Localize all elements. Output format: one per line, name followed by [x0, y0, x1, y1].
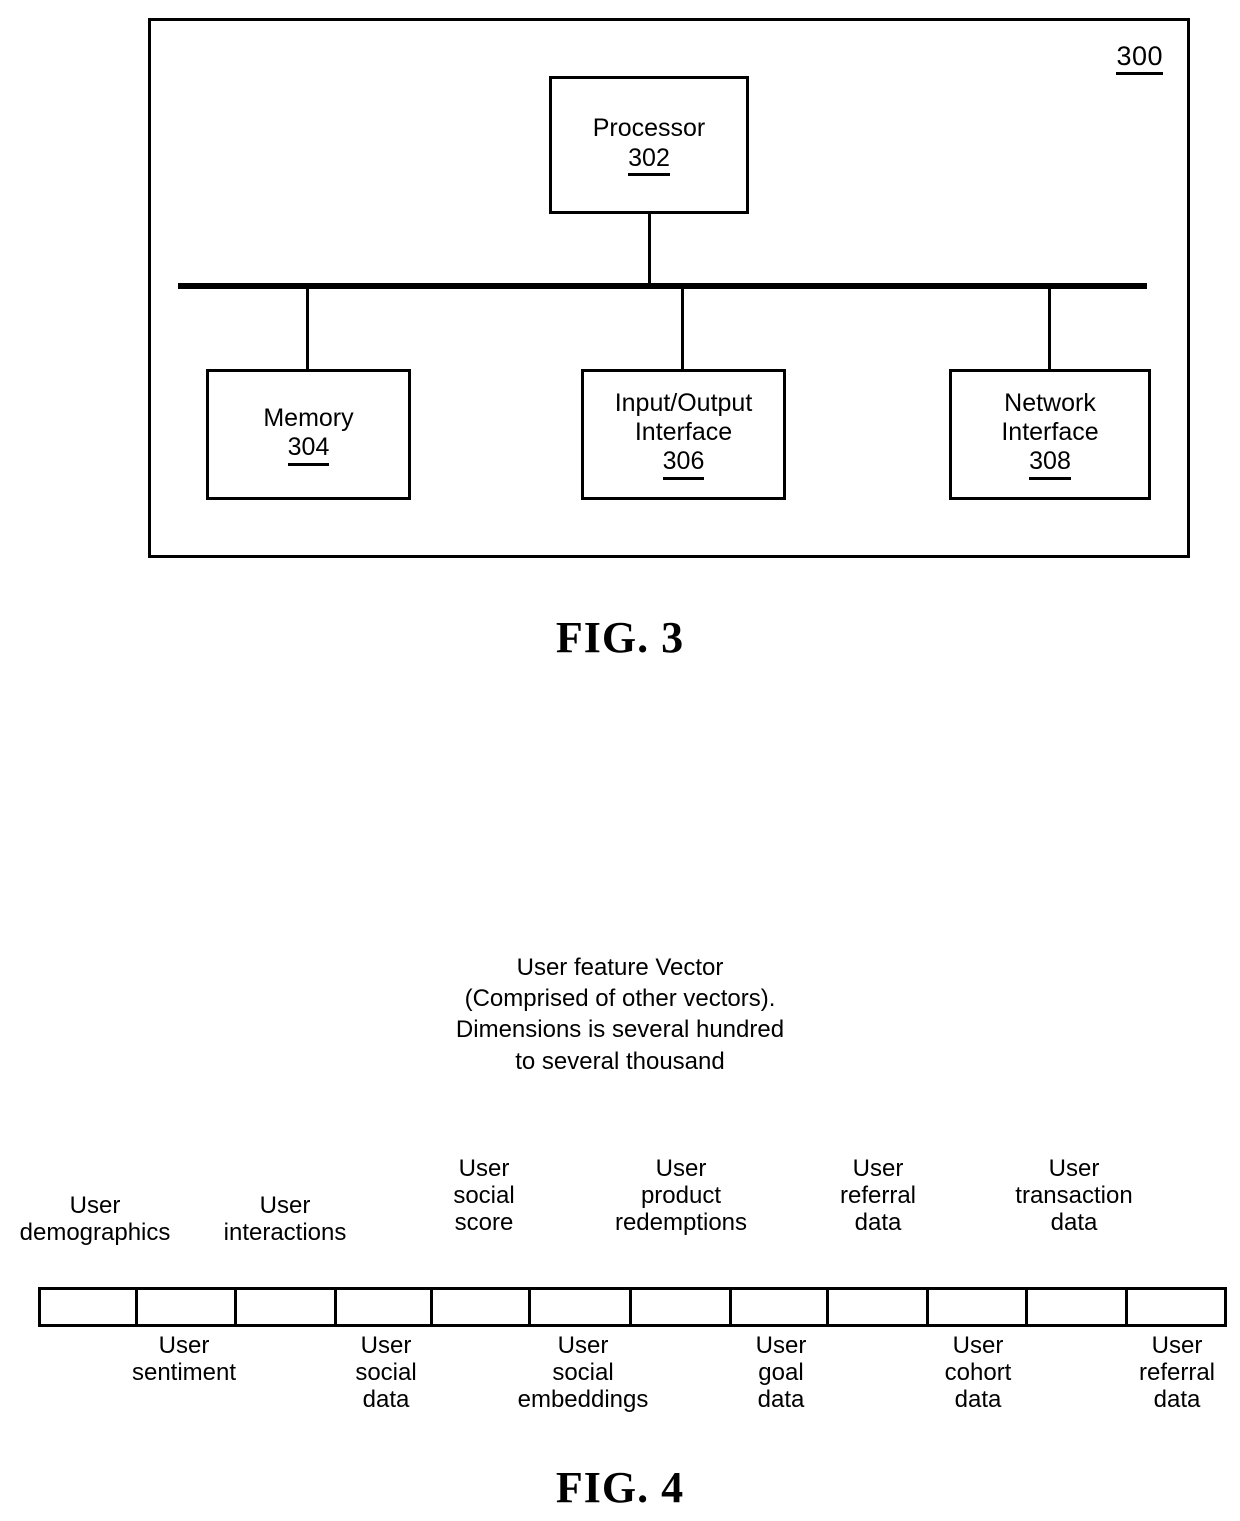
connector-bus-to-memory	[306, 286, 309, 372]
vector-cell	[632, 1290, 732, 1324]
system-bus-line	[178, 283, 1147, 289]
figure-3-caption: FIG. 3	[555, 613, 685, 662]
connector-processor-to-bus	[648, 211, 651, 287]
segment-label-user-product-redemptions: User product redemptions	[614, 1155, 748, 1237]
segment-label-user-social-embeddings: User social embeddings	[517, 1332, 649, 1414]
user-feature-vector-bar	[38, 1287, 1227, 1327]
vector-cell	[337, 1290, 434, 1324]
vector-cell	[237, 1290, 337, 1324]
segment-label-user-referral-data: User referral data	[1138, 1332, 1216, 1414]
figure-3-outer-frame: 300 Processor 302 Memory 304 Input/Outpu…	[148, 18, 1190, 558]
vector-cell	[1128, 1290, 1225, 1324]
figure-3-reference-number: 300	[1116, 43, 1163, 75]
connector-bus-to-network-interface	[1048, 286, 1051, 372]
figure-4-title-text: User feature Vector (Comprised of other …	[455, 954, 785, 1075]
segment-label-user-transaction-data: User transaction data	[1015, 1155, 1133, 1237]
input-output-interface-box: Input/Output Interface 306	[581, 369, 786, 500]
processor-box-reference: 302	[628, 144, 670, 176]
segment-label-user-sentiment: User sentiment	[131, 1332, 237, 1387]
vector-cell	[433, 1290, 531, 1324]
segment-label-user-interactions: User interactions	[223, 1192, 347, 1247]
segment-label-user-referral-data: User referral data	[839, 1155, 917, 1237]
network-interface-box-title: Network Interface	[1001, 389, 1099, 446]
input-output-interface-box-reference: 306	[662, 447, 705, 480]
vector-cell	[1028, 1290, 1128, 1324]
network-interface-box: Network Interface 308	[949, 369, 1151, 500]
vector-cell	[531, 1290, 633, 1324]
figure-4-caption: FIG. 4	[555, 1463, 685, 1512]
segment-label-user-social-score: User social score	[453, 1155, 515, 1237]
vector-cell	[929, 1290, 1029, 1324]
memory-box: Memory 304	[206, 369, 411, 500]
network-interface-box-reference: 308	[1029, 447, 1071, 480]
input-output-interface-box-title: Input/Output Interface	[614, 389, 753, 446]
segment-label-user-demographics: User demographics	[19, 1192, 171, 1247]
segment-label-user-goal-data: User goal data	[755, 1332, 807, 1414]
memory-box-title: Memory	[263, 403, 354, 432]
connector-bus-to-input-output-interface	[681, 286, 684, 372]
segment-label-user-social-data: User social data	[355, 1332, 417, 1414]
processor-box-title: Processor	[592, 114, 706, 142]
vector-cell	[138, 1290, 238, 1324]
processor-box: Processor 302	[549, 76, 749, 214]
memory-box-reference: 304	[287, 433, 330, 466]
vector-cell	[829, 1290, 929, 1324]
vector-cell	[732, 1290, 830, 1324]
segment-label-user-cohort-data: User cohort data	[944, 1332, 1012, 1414]
vector-cell	[41, 1290, 138, 1324]
